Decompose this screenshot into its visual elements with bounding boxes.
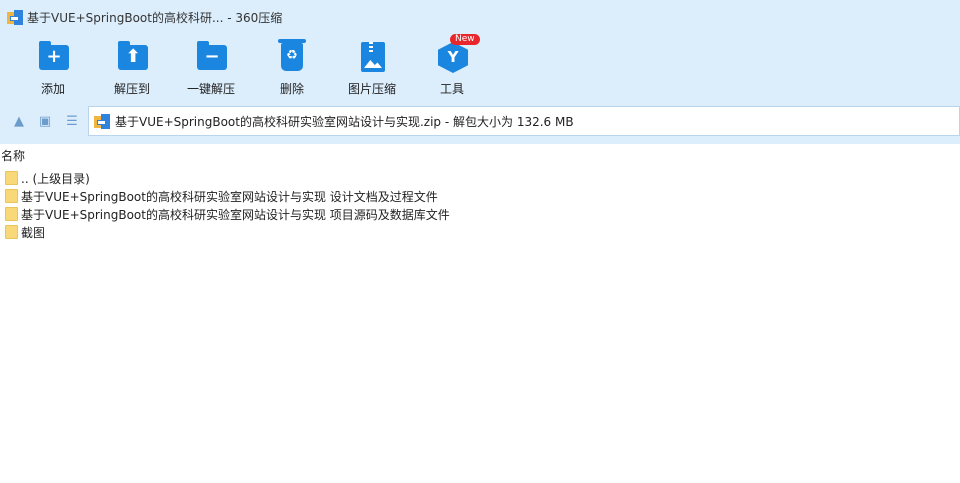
new-badge: New [450, 34, 480, 45]
address-text: 基于VUE+SpringBoot的高校科研实验室网站设计与实现.zip - 解包… [115, 114, 574, 129]
folder-icon [5, 225, 18, 239]
tools-button[interactable]: Y New 工具 [417, 34, 487, 98]
title-bar: 基于VUE+SpringBoot的高校科研... - 360压缩 [0, 0, 960, 34]
app-logo-icon [7, 9, 23, 25]
list-item-name: 基于VUE+SpringBoot的高校科研实验室网站设计与实现 项目源码及数据库… [21, 207, 450, 222]
list-item-name: .. (上级目录) [21, 171, 90, 186]
list-item-name: 基于VUE+SpringBoot的高校科研实验室网站设计与实现 设计文档及过程文… [21, 189, 438, 204]
add-button[interactable]: + 添加 [18, 40, 88, 98]
column-header-name[interactable]: 名称 [0, 144, 960, 164]
list-item-name: 截图 [21, 225, 46, 240]
archive-icon [94, 113, 110, 129]
navigation-bar: ▲ ▣ ☰ 基于VUE+SpringBoot的高校科研实验室网站设计与实现.zi… [0, 100, 960, 144]
one-click-extract-button[interactable]: − 一键解压 [176, 40, 246, 98]
list-view-icon[interactable]: ☰ [64, 114, 80, 130]
add-folder-icon: + [35, 40, 71, 74]
folder-icon [5, 189, 18, 203]
list-item[interactable]: 基于VUE+SpringBoot的高校科研实验室网站设计与实现 项目源码及数据库… [0, 205, 960, 223]
tools-label: 工具 [439, 82, 464, 96]
address-bar[interactable]: 基于VUE+SpringBoot的高校科研实验室网站设计与实现.zip - 解包… [88, 106, 960, 136]
folder-icon [5, 207, 18, 221]
arrow-up-icon[interactable]: ▲ [11, 114, 27, 130]
add-label: 添加 [40, 82, 65, 96]
extract-to-label: 解压到 [113, 82, 150, 96]
trash-icon: ♻ [274, 39, 310, 74]
list-item[interactable]: 基于VUE+SpringBoot的高校科研实验室网站设计与实现 设计文档及过程文… [0, 187, 960, 205]
delete-label: 删除 [279, 82, 304, 96]
image-compress-label: 图片压缩 [347, 82, 396, 96]
folder-icon [5, 171, 18, 185]
one-click-extract-icon: − [193, 40, 229, 74]
delete-button[interactable]: ♻ 删除 [257, 39, 327, 98]
image-compress-button[interactable]: 图片压缩 [337, 40, 407, 98]
extract-to-button[interactable]: ⬆ 解压到 [97, 40, 167, 98]
tools-icon: Y New [434, 34, 480, 74]
one-click-extract-label: 一键解压 [186, 82, 235, 96]
file-list: .. (上级目录) 基于VUE+SpringBoot的高校科研实验室网站设计与实… [0, 169, 960, 241]
window-title: 基于VUE+SpringBoot的高校科研... - 360压缩 [27, 10, 283, 25]
list-item[interactable]: 截图 [0, 223, 960, 241]
list-item[interactable]: .. (上级目录) [0, 169, 960, 187]
extract-to-icon: ⬆ [114, 40, 150, 74]
view-icon[interactable]: ▣ [37, 114, 53, 130]
toolbar: + 添加 ⬆ 解压到 − 一键解压 ♻ 删除 图片压缩 Y New 工具 [0, 34, 960, 100]
image-compress-icon [354, 40, 390, 74]
